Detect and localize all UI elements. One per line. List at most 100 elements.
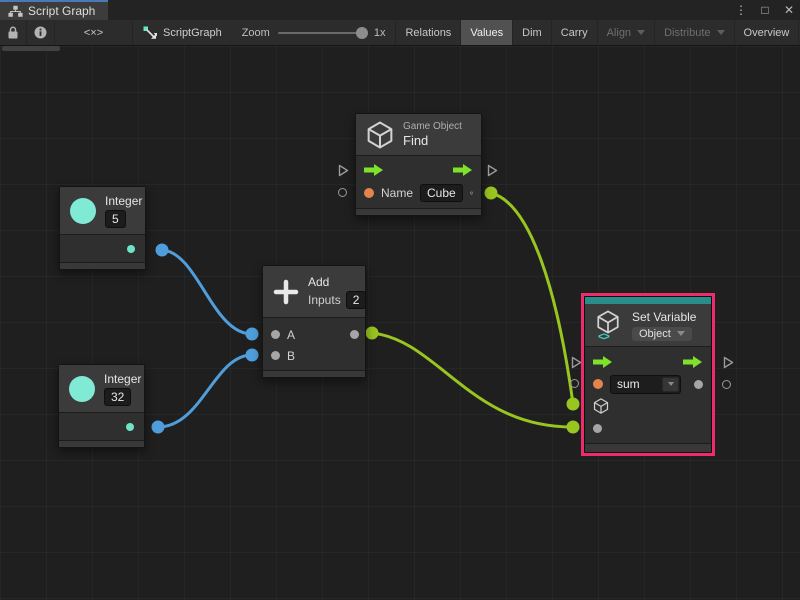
graph-icon — [8, 5, 23, 18]
toolbar-button-distribute[interactable]: Distribute — [655, 20, 734, 45]
toolbar-button-values[interactable]: Values — [461, 20, 513, 45]
node-title: Set Variable — [632, 310, 696, 324]
node-integer-a[interactable]: Integer 5 — [59, 186, 146, 270]
setvar-value-out-marker[interactable] — [722, 380, 731, 389]
inputs-count-field[interactable]: 2 — [346, 291, 367, 309]
wire-endpoint[interactable] — [366, 327, 379, 340]
node-footer[interactable] — [356, 208, 481, 215]
wire-endpoint[interactable] — [246, 328, 259, 341]
toolbar-button-dim[interactable]: Dim — [513, 20, 552, 45]
wire-add-to-setvariable-value[interactable] — [372, 333, 572, 427]
variable-name-dropdown[interactable]: sum — [610, 375, 681, 394]
node-footer[interactable] — [60, 262, 145, 269]
value-output-port[interactable] — [694, 380, 703, 389]
flow-in-arrow-icon[interactable] — [364, 164, 384, 176]
wire-find-to-setvariable-object[interactable] — [491, 193, 573, 404]
graph-toolbar: <×> ScriptGraph Zoom 1x Relations Values… — [0, 20, 800, 46]
setvar-flow-in-marker[interactable] — [571, 356, 582, 369]
scriptgraph-icon — [143, 26, 157, 40]
integer-output-row — [59, 413, 144, 440]
toolbar-button-align[interactable]: Align — [598, 20, 655, 45]
zoom-slider[interactable] — [278, 32, 366, 34]
code-view-button[interactable]: <×> — [55, 20, 133, 45]
flow-out-arrow-icon[interactable] — [683, 356, 703, 368]
script-graph-window: Script Graph ⋮ □ ✕ <×> — [0, 0, 800, 600]
flow-in-arrow-icon[interactable] — [593, 356, 613, 368]
node-add[interactable]: Add Inputs 2 A B — [262, 265, 366, 378]
wire-endpoint[interactable] — [152, 421, 165, 434]
wire-integer5-to-add-a[interactable] — [162, 250, 252, 334]
node-footer[interactable] — [585, 443, 711, 452]
object-input-port[interactable] — [593, 398, 609, 414]
name-input-port[interactable] — [364, 188, 374, 198]
toolbar-button-relations[interactable]: Relations — [396, 20, 461, 45]
inputs-label: Inputs — [308, 293, 341, 307]
toolbar-button-overview[interactable]: Overview — [735, 20, 800, 45]
setvar-name-in-marker[interactable] — [570, 379, 579, 388]
lock-button[interactable] — [0, 20, 27, 45]
find-flow-in-marker[interactable] — [338, 164, 349, 177]
output-port[interactable] — [127, 245, 135, 253]
node-title: Find — [403, 133, 428, 148]
integer-icon — [69, 376, 95, 402]
graph-canvas[interactable]: Integer 5 Integer 32 — [0, 46, 800, 600]
lock-icon — [7, 26, 19, 39]
chevron-down-icon — [668, 382, 674, 386]
wire-integer32-to-add-b[interactable] — [158, 355, 252, 427]
name-value-field[interactable]: Cube — [420, 184, 463, 202]
node-footer[interactable] — [59, 440, 144, 447]
selection-outline: <> Set Variable Object — [581, 293, 715, 456]
wire-endpoint[interactable] — [246, 349, 259, 362]
chevron-down-icon — [717, 30, 725, 35]
find-flow-out-marker[interactable] — [487, 164, 498, 177]
integer-value-field[interactable]: 32 — [104, 388, 131, 406]
chevron-down-icon — [677, 331, 685, 336]
node-title: Integer — [104, 372, 141, 386]
add-icon — [273, 279, 299, 305]
wire-endpoint[interactable] — [567, 398, 580, 411]
node-title: Add — [308, 275, 329, 289]
align-label: Align — [607, 27, 631, 39]
flow-row — [585, 351, 711, 373]
variable-scope-dropdown[interactable]: Object — [632, 327, 692, 341]
input-port-a[interactable] — [271, 330, 280, 339]
flow-out-arrow-icon[interactable] — [453, 164, 473, 176]
close-icon[interactable]: ✕ — [782, 3, 796, 17]
wire-endpoint[interactable] — [567, 421, 580, 434]
dropdown-button[interactable] — [662, 377, 679, 392]
integer-output-row — [60, 235, 145, 262]
info-button[interactable] — [27, 20, 55, 45]
integer-value-field[interactable]: 5 — [105, 210, 126, 228]
name-label: Name — [381, 186, 413, 200]
port-a-label: A — [287, 328, 295, 342]
node-footer[interactable] — [263, 370, 365, 377]
node-title: Integer — [105, 194, 142, 208]
graph-asset-label: ScriptGraph — [133, 20, 232, 45]
wire-endpoint[interactable] — [156, 244, 169, 257]
wire-endpoint[interactable] — [485, 187, 498, 200]
zoom-slider-thumb[interactable] — [356, 27, 368, 39]
output-port-sum[interactable] — [350, 330, 359, 339]
node-find[interactable]: Game Object Find Name Cube — [355, 113, 482, 216]
graph-asset-name: ScriptGraph — [163, 27, 222, 39]
output-port[interactable] — [126, 423, 134, 431]
tab-script-graph[interactable]: Script Graph — [0, 0, 108, 20]
game-object-cube-icon — [366, 121, 394, 149]
input-port-b[interactable] — [271, 351, 280, 360]
variable-name-port[interactable] — [593, 379, 603, 389]
node-set-variable[interactable]: <> Set Variable Object — [584, 296, 712, 453]
node-integer-b[interactable]: Integer 32 — [58, 364, 145, 448]
value-input-row — [585, 417, 711, 439]
setvar-flow-out-marker[interactable] — [723, 356, 734, 369]
zoom-control: Zoom 1x — [232, 20, 397, 45]
port-row-b: B — [263, 345, 365, 366]
value-input-port[interactable] — [593, 424, 602, 433]
find-name-in-marker[interactable] — [338, 188, 347, 197]
maximize-icon[interactable]: □ — [758, 3, 772, 17]
port-b-label: B — [287, 349, 295, 363]
info-icon — [34, 26, 47, 39]
toolbar-button-carry[interactable]: Carry — [552, 20, 598, 45]
game-object-output-port[interactable] — [470, 185, 473, 201]
window-menu-icon[interactable]: ⋮ — [734, 3, 748, 17]
chevron-down-icon — [637, 30, 645, 35]
